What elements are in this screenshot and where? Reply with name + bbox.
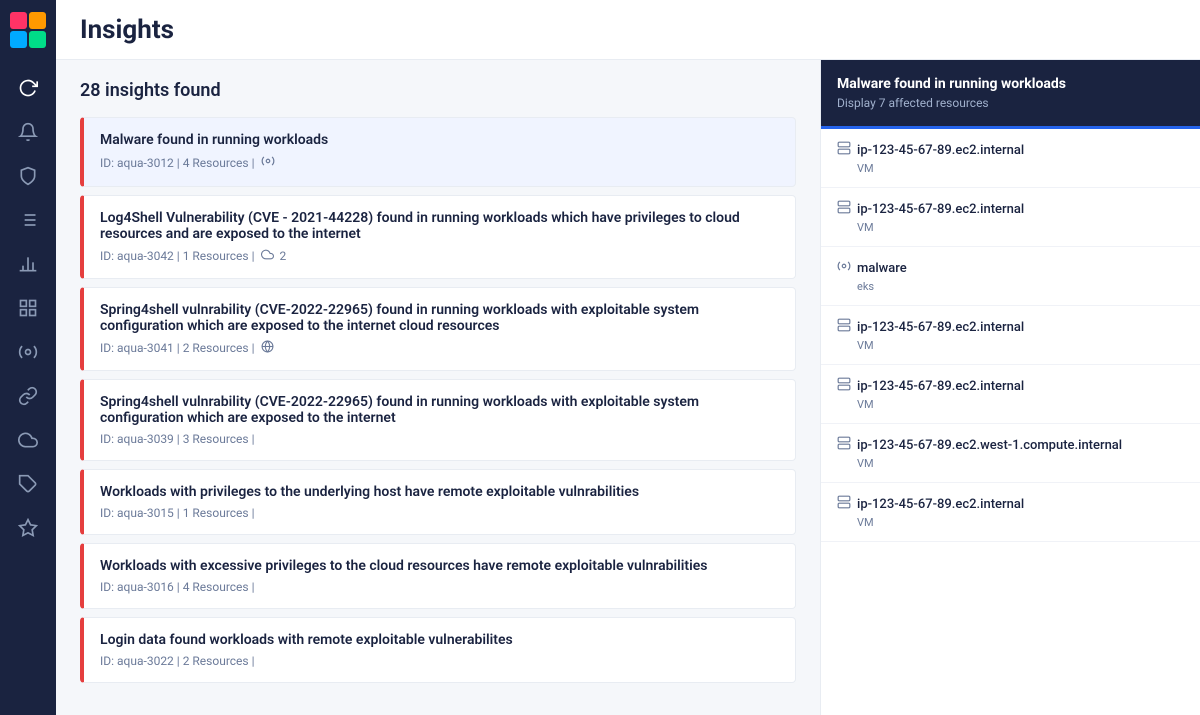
tag-icon[interactable] bbox=[8, 464, 48, 504]
app-logo[interactable] bbox=[10, 12, 46, 52]
insight-card-3[interactable]: Spring4shell vulnrability (CVE-2022-2296… bbox=[80, 287, 796, 371]
insight-card-2[interactable]: Log4Shell Vulnerability (CVE - 2021-4422… bbox=[80, 195, 796, 279]
resource-item-3[interactable]: malware eks bbox=[821, 247, 1200, 306]
plugin-icon[interactable] bbox=[8, 332, 48, 372]
insight-title-7: Login data found workloads with remote e… bbox=[100, 632, 779, 648]
chart-icon[interactable] bbox=[8, 244, 48, 284]
insights-list-panel: 28 insights found Malware found in runni… bbox=[56, 60, 820, 715]
insight-card-4[interactable]: Spring4shell vulnrability (CVE-2022-2296… bbox=[80, 379, 796, 461]
link-icon[interactable] bbox=[8, 376, 48, 416]
resource-name-7: ip-123-45-67-89.ec2.internal bbox=[837, 495, 1184, 513]
detail-panel-title: Malware found in running workloads bbox=[837, 76, 1184, 92]
resource-name-1: ip-123-45-67-89.ec2.internal bbox=[837, 141, 1184, 159]
insight-meta-2: ID: aqua-3042 | 1 Resources | 2 bbox=[100, 248, 779, 264]
page-header: Insights bbox=[56, 0, 1200, 60]
refresh-icon[interactable] bbox=[8, 68, 48, 108]
resource-name-5: ip-123-45-67-89.ec2.internal bbox=[837, 377, 1184, 395]
insight-card-6[interactable]: Workloads with excessive privileges to t… bbox=[80, 543, 796, 609]
insight-title-3: Spring4shell vulnrability (CVE-2022-2296… bbox=[100, 302, 779, 334]
content-area: 28 insights found Malware found in runni… bbox=[56, 60, 1200, 715]
resource-type-2: VM bbox=[837, 221, 1184, 234]
cloud-icon-2 bbox=[261, 248, 274, 264]
results-count: 28 insights found bbox=[80, 80, 796, 101]
list-icon[interactable] bbox=[8, 200, 48, 240]
insight-title-1: Malware found in running workloads bbox=[100, 132, 779, 148]
resource-type-1: VM bbox=[837, 162, 1184, 175]
resource-name-2: ip-123-45-67-89.ec2.internal bbox=[837, 200, 1184, 218]
insight-meta-text-3: ID: aqua-3041 | 2 Resources | bbox=[100, 341, 255, 355]
star-icon[interactable] bbox=[8, 508, 48, 548]
detail-panel: Malware found in running workloads Displ… bbox=[820, 60, 1200, 715]
insight-title-2: Log4Shell Vulnerability (CVE - 2021-4422… bbox=[100, 210, 779, 242]
page-title: Insights bbox=[80, 15, 174, 45]
insight-meta-text-1: ID: aqua-3012 | 4 Resources | bbox=[100, 156, 255, 170]
resource-name-4: ip-123-45-67-89.ec2.internal bbox=[837, 318, 1184, 336]
server-icon-7 bbox=[837, 495, 851, 513]
resource-type-5: VM bbox=[837, 398, 1184, 411]
server-icon-2 bbox=[837, 200, 851, 218]
insight-meta-text-7: ID: aqua-3022 | 2 Resources | bbox=[100, 654, 255, 668]
insight-card-1[interactable]: Malware found in running workloads ID: a… bbox=[80, 117, 796, 187]
resource-name-6: ip-123-45-67-89.ec2.west-1.compute.inter… bbox=[837, 436, 1184, 454]
insight-meta-7: ID: aqua-3022 | 2 Resources | bbox=[100, 654, 779, 668]
insight-title-6: Workloads with excessive privileges to t… bbox=[100, 558, 779, 574]
resource-type-7: VM bbox=[837, 516, 1184, 529]
box-icon[interactable] bbox=[8, 288, 48, 328]
resource-item-5[interactable]: ip-123-45-67-89.ec2.internal VM bbox=[821, 365, 1200, 424]
insight-card-7[interactable]: Login data found workloads with remote e… bbox=[80, 617, 796, 683]
resource-name-3: malware bbox=[837, 259, 1184, 277]
alert-icon[interactable] bbox=[8, 112, 48, 152]
insight-meta-1: ID: aqua-3012 | 4 Resources | bbox=[100, 154, 779, 172]
insight-meta-5: ID: aqua-3015 | 1 Resources | bbox=[100, 506, 779, 520]
insight-meta-text-5: ID: aqua-3015 | 1 Resources | bbox=[100, 506, 255, 520]
resource-item-4[interactable]: ip-123-45-67-89.ec2.internal VM bbox=[821, 306, 1200, 365]
resource-item-2[interactable]: ip-123-45-67-89.ec2.internal VM bbox=[821, 188, 1200, 247]
detail-panel-header: Malware found in running workloads Displ… bbox=[821, 60, 1200, 129]
resource-type-3: eks bbox=[837, 280, 1184, 293]
insight-meta-text-2: ID: aqua-3042 | 1 Resources | bbox=[100, 249, 255, 263]
resource-item-6[interactable]: ip-123-45-67-89.ec2.west-1.compute.inter… bbox=[821, 424, 1200, 483]
insight-title-5: Workloads with privileges to the underly… bbox=[100, 484, 779, 500]
server-icon-1 bbox=[837, 141, 851, 159]
insight-meta-extra-2: 2 bbox=[280, 249, 287, 263]
globe-icon-3 bbox=[261, 340, 274, 356]
server-icon-5 bbox=[837, 377, 851, 395]
workload-icon-1 bbox=[261, 154, 275, 172]
resource-type-4: VM bbox=[837, 339, 1184, 352]
insight-card-5[interactable]: Workloads with privileges to the underly… bbox=[80, 469, 796, 535]
insight-meta-text-4: ID: aqua-3039 | 3 Resources | bbox=[100, 432, 255, 446]
resource-type-6: VM bbox=[837, 457, 1184, 470]
detail-panel-subtitle: Display 7 affected resources bbox=[837, 96, 1184, 110]
server-icon-4 bbox=[837, 318, 851, 336]
insight-meta-4: ID: aqua-3039 | 3 Resources | bbox=[100, 432, 779, 446]
insight-title-4: Spring4shell vulnrability (CVE-2022-2296… bbox=[100, 394, 779, 426]
resource-item-7[interactable]: ip-123-45-67-89.ec2.internal VM bbox=[821, 483, 1200, 542]
shield-icon[interactable] bbox=[8, 156, 48, 196]
server-icon-6 bbox=[837, 436, 851, 454]
cloud-icon[interactable] bbox=[8, 420, 48, 460]
resource-item-1[interactable]: ip-123-45-67-89.ec2.internal VM bbox=[821, 129, 1200, 188]
main-area: Insights 28 insights found Malware found… bbox=[56, 0, 1200, 715]
sidebar bbox=[0, 0, 56, 715]
eks-icon-3 bbox=[837, 259, 851, 277]
insight-meta-6: ID: aqua-3016 | 4 Resources | bbox=[100, 580, 779, 594]
insight-meta-text-6: ID: aqua-3016 | 4 Resources | bbox=[100, 580, 255, 594]
insight-meta-3: ID: aqua-3041 | 2 Resources | bbox=[100, 340, 779, 356]
